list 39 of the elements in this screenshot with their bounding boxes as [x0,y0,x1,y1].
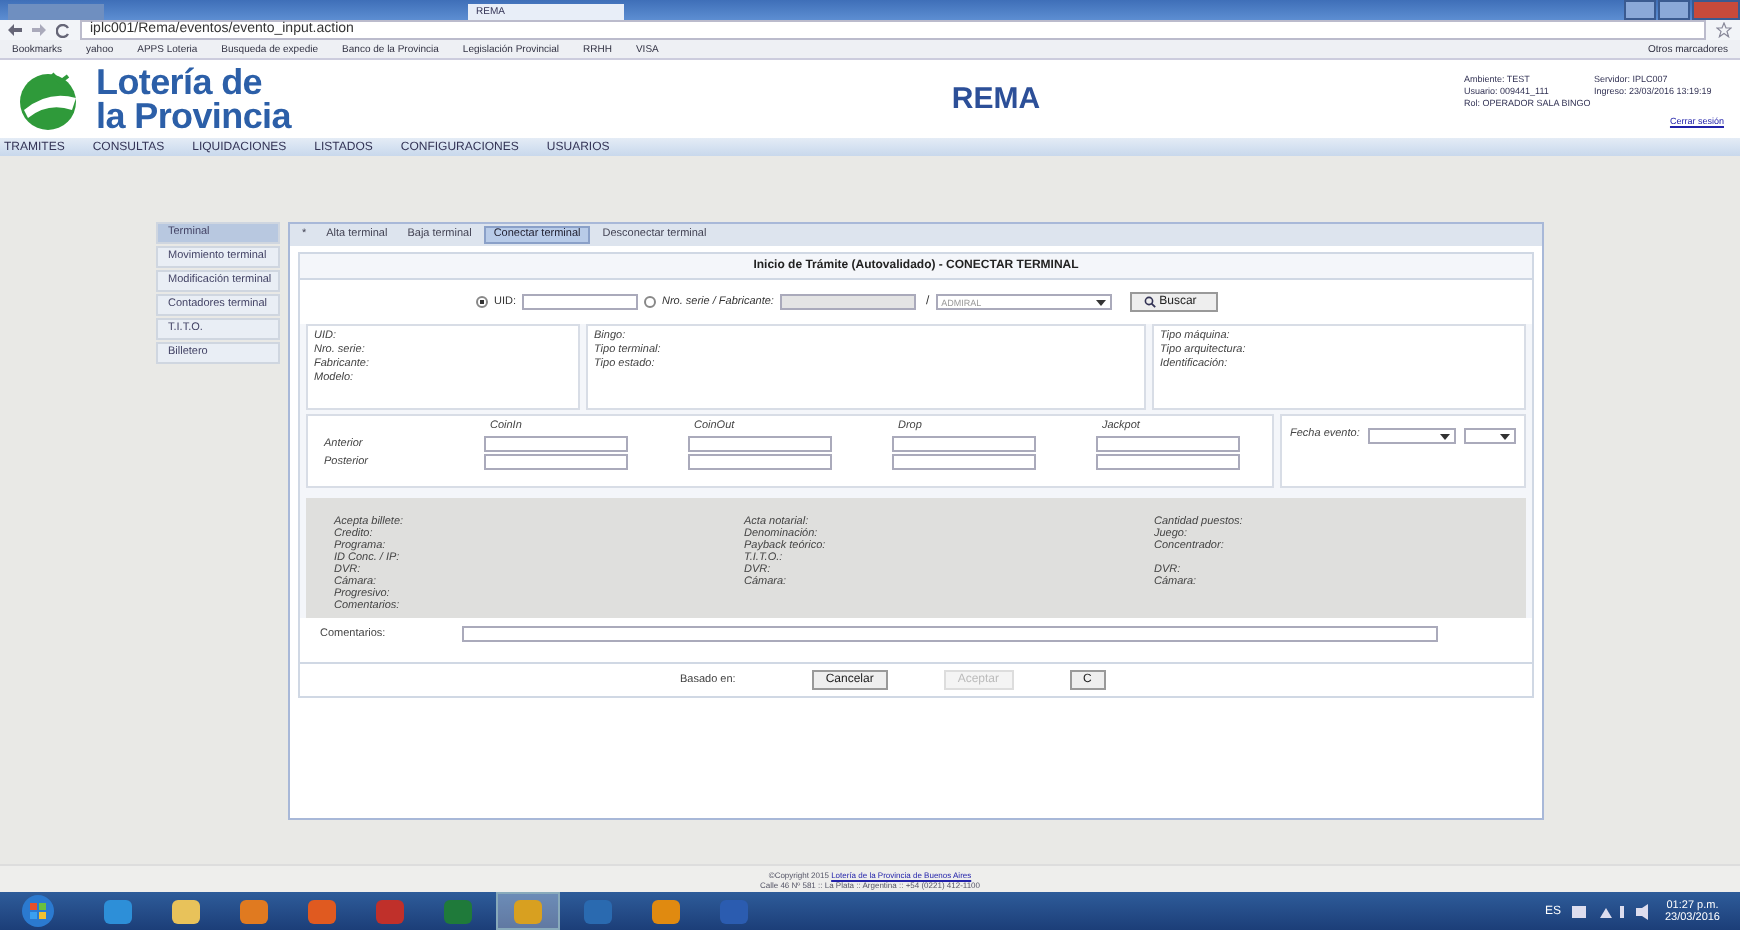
counter-field[interactable] [1096,436,1240,452]
counter-field[interactable] [688,436,832,452]
comments-field[interactable] [461,626,1438,642]
date-dropdown[interactable] [1367,428,1456,444]
app-icon [102,897,134,925]
counter-field[interactable] [484,436,628,452]
app-icon [374,897,406,925]
close-icon[interactable] [1692,0,1740,20]
app-icon [512,897,544,925]
logo-text: la Provincia [96,99,291,133]
app-title: REMA [949,82,1043,116]
start-icon[interactable] [16,894,60,928]
app-icon [306,897,338,925]
back-icon[interactable] [8,24,22,36]
app-icon [718,897,750,925]
caret-icon [1500,433,1510,439]
time-dropdown[interactable] [1463,428,1516,444]
reload-icon[interactable] [56,23,70,37]
forward-icon[interactable] [32,24,46,36]
counter-field[interactable] [688,454,832,470]
counter-field[interactable] [1096,454,1240,470]
tray-icons[interactable] [1572,901,1653,921]
app-icon [650,897,682,925]
counter-field[interactable] [892,454,1036,470]
search-icon [1143,296,1156,308]
maximize-icon[interactable] [1658,0,1690,20]
input-field[interactable] [522,294,638,310]
caret-icon [1095,299,1106,305]
logo-text: Lotería de [96,65,265,99]
app-icon [238,897,270,925]
caret-icon [1439,433,1450,439]
radio-button[interactable] [476,296,488,308]
app-icon [582,897,614,925]
minimize-icon[interactable] [1624,0,1656,20]
counter-field[interactable] [484,454,628,470]
app-icon [442,897,474,925]
star-icon[interactable] [1716,22,1732,38]
app-icon [170,897,202,925]
counter-field[interactable] [892,436,1036,452]
